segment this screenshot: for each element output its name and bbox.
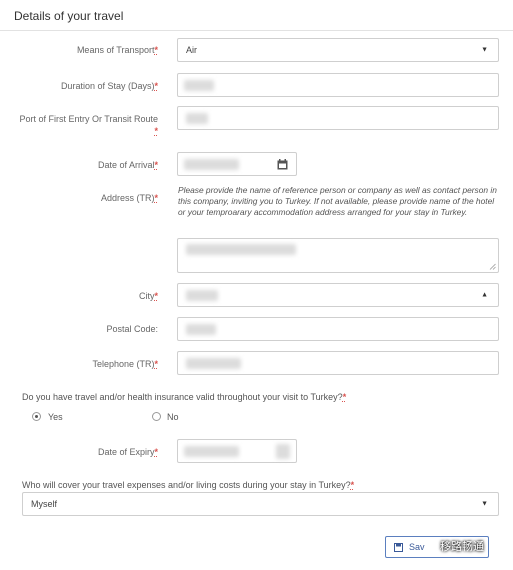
address-help-text: Please provide the name of reference per… (178, 185, 497, 217)
address-textarea[interactable] (177, 238, 499, 273)
transport-label: Means of Transport* (76, 45, 158, 55)
required-mark: * (154, 45, 158, 55)
telephone-label: Telephone (TR)* (92, 359, 158, 369)
duration-input[interactable] (177, 73, 499, 97)
city-label: City* (138, 291, 158, 301)
arrival-label: Date of Arrival* (97, 160, 158, 170)
insurance-question: Do you have travel and/or health insuran… (22, 392, 347, 402)
watermark-text: 移路畅通 (440, 541, 484, 553)
redacted-value (186, 358, 241, 369)
telephone-input[interactable] (177, 351, 499, 375)
port-input[interactable] (177, 106, 499, 130)
redacted-value (184, 159, 239, 170)
insurance-yes-label[interactable]: Yes (48, 412, 63, 422)
postal-label: Postal Code: (106, 324, 158, 334)
expenses-question: Who will cover your travel expenses and/… (22, 480, 355, 490)
floppy-disk-icon (394, 543, 403, 552)
arrival-date-input[interactable] (177, 152, 297, 176)
chevron-down-icon: ▼ (481, 46, 488, 54)
calendar-icon[interactable] (277, 159, 288, 170)
redacted-value (186, 244, 296, 255)
insurance-yes-radio[interactable] (32, 412, 41, 421)
section-divider (0, 30, 513, 31)
section-title: Details of your travel (14, 9, 124, 23)
expiry-label: Date of Expiry* (97, 447, 158, 457)
resize-handle-icon[interactable] (489, 263, 496, 270)
calendar-icon[interactable] (276, 444, 290, 459)
postal-code-input[interactable] (177, 317, 499, 341)
expenses-select[interactable]: Myself ▼ (22, 492, 499, 516)
expiry-date-input[interactable] (177, 439, 297, 463)
address-label: Address (TR)* (100, 193, 158, 203)
redacted-value (186, 113, 208, 124)
redacted-value (184, 80, 214, 91)
chevron-down-icon: ▼ (481, 500, 488, 508)
insurance-no-label[interactable]: No (167, 412, 179, 422)
transport-select[interactable]: Air ▼ (177, 38, 499, 62)
duration-label: Duration of Stay (Days)* (60, 81, 158, 91)
redacted-value (186, 290, 218, 301)
port-label: Port of First Entry Or Transit Route * (19, 114, 158, 136)
redacted-value (186, 324, 216, 335)
chevron-up-icon: ▲ (481, 291, 488, 299)
redacted-value (184, 446, 239, 457)
city-select[interactable]: ▲ (177, 283, 499, 307)
insurance-no-radio[interactable] (152, 412, 161, 421)
